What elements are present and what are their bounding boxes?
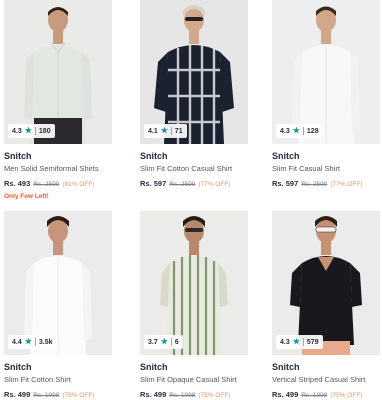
rating-badge: 4.3 ★ 579 <box>276 335 323 349</box>
star-icon: ★ <box>160 337 168 346</box>
model-photo <box>140 211 248 355</box>
rating-value: 4.4 <box>12 338 22 346</box>
product-title[interactable]: Slim Fit Opaque Casual Shirt <box>140 374 248 385</box>
price-mrp: Rs. 1998 <box>33 392 60 399</box>
rating-badge: 3.7 ★ 6 <box>144 335 183 349</box>
rating-badge: 4.4 ★ 3.5k <box>8 335 57 349</box>
price-mrp: Rs. 1998 <box>169 392 196 399</box>
product-image[interactable]: 4.3 ★ 180 <box>4 0 112 144</box>
price-current: Rs. 597 <box>272 179 299 188</box>
star-icon: ★ <box>24 337 32 346</box>
product-brand[interactable]: Snitch <box>4 150 112 162</box>
product-brand[interactable]: Snitch <box>140 150 248 162</box>
product-price: Rs. 493 Rs. 2599 (81% OFF) <box>4 178 112 189</box>
product-card[interactable]: 4.4 ★ 3.5k Snitch Slim Fit Cotton Shirt … <box>4 211 112 400</box>
rating-badge: 4.1 ★ 71 <box>144 124 187 138</box>
model-photo <box>4 211 112 355</box>
product-card[interactable]: 4.3 ★ 579 Snitch Vertical Striped Casual… <box>272 211 380 400</box>
price-mrp: Rs. 1998 <box>301 392 328 399</box>
rating-value: 4.3 <box>280 338 290 346</box>
rating-badge: 4.3 ★ 128 <box>276 124 323 138</box>
price-current: Rs. 499 <box>140 390 167 399</box>
price-discount: (75% OFF) <box>198 392 231 399</box>
product-brand[interactable]: Snitch <box>140 361 248 373</box>
product-title[interactable]: Slim Fit Cotton Casual Shirt <box>140 163 248 174</box>
rating-value: 3.7 <box>148 338 158 346</box>
product-image[interactable]: 4.1 ★ 71 <box>140 0 248 144</box>
product-card[interactable]: 3.7 ★ 6 Snitch Slim Fit Opaque Casual Sh… <box>140 211 248 400</box>
star-icon: ★ <box>292 126 300 135</box>
product-brand[interactable]: Snitch <box>4 361 112 373</box>
product-image[interactable]: 4.4 ★ 3.5k <box>4 211 112 355</box>
product-card[interactable]: 4.1 ★ 71 Snitch Slim Fit Cotton Casual S… <box>140 0 248 189</box>
product-grid: 4.3 ★ 180 Snitch Men Solid Semiformal Sh… <box>4 0 380 400</box>
star-icon: ★ <box>160 126 168 135</box>
product-card[interactable]: 4.3 ★ 128 Snitch Slim Fit Casual Shirt R… <box>272 0 380 189</box>
product-title[interactable]: Vertical Striped Casual Shirt <box>272 374 380 385</box>
product-price: Rs. 597 Rs. 2599 (77% OFF) <box>272 178 380 189</box>
price-mrp: Rs. 2599 <box>301 181 328 188</box>
model-photo <box>272 0 380 144</box>
rating-value: 4.3 <box>280 127 290 135</box>
price-mrp: Rs. 2599 <box>169 181 196 188</box>
rating-value: 4.3 <box>12 127 22 135</box>
divider <box>170 127 172 135</box>
model-photo <box>140 0 248 144</box>
model-photo <box>272 211 380 355</box>
price-discount: (77% OFF) <box>198 181 231 188</box>
price-mrp: Rs. 2599 <box>33 181 60 188</box>
price-discount: (75% OFF) <box>330 392 363 399</box>
price-current: Rs. 493 <box>4 179 31 188</box>
product-title[interactable]: Men Solid Semiformal Shirts <box>4 163 112 174</box>
product-title[interactable]: Slim Fit Casual Shirt <box>272 163 380 174</box>
price-discount: (75% OFF) <box>62 392 95 399</box>
product-brand[interactable]: Snitch <box>272 150 380 162</box>
product-price: Rs. 499 Rs. 1998 (75% OFF) <box>140 389 248 400</box>
price-current: Rs. 597 <box>140 179 167 188</box>
divider <box>170 338 172 346</box>
star-icon: ★ <box>24 126 32 135</box>
rating-count: 579 <box>306 338 319 346</box>
model-photo <box>4 0 112 144</box>
product-image[interactable]: 4.3 ★ 579 <box>272 211 380 355</box>
price-discount: (77% OFF) <box>330 181 363 188</box>
rating-count: 3.5k <box>38 338 53 346</box>
product-title[interactable]: Slim Fit Cotton Shirt <box>4 374 112 385</box>
star-icon: ★ <box>292 337 300 346</box>
price-discount: (81% OFF) <box>62 181 95 188</box>
rating-count: 128 <box>306 127 319 135</box>
product-price: Rs. 597 Rs. 2599 (77% OFF) <box>140 178 248 189</box>
product-image[interactable]: 4.3 ★ 128 <box>272 0 380 144</box>
rating-badge: 4.3 ★ 180 <box>8 124 55 138</box>
divider <box>302 338 304 346</box>
product-image[interactable]: 3.7 ★ 6 <box>140 211 248 355</box>
rating-value: 4.1 <box>148 127 158 135</box>
price-current: Rs. 499 <box>272 390 299 399</box>
divider <box>34 338 36 346</box>
price-current: Rs. 499 <box>4 390 31 399</box>
stock-note: Only Few Left! <box>4 193 49 200</box>
product-price: Rs. 499 Rs. 1998 (75% OFF) <box>272 389 380 400</box>
product-brand[interactable]: Snitch <box>272 361 380 373</box>
divider <box>34 127 36 135</box>
divider <box>302 127 304 135</box>
rating-count: 71 <box>174 127 183 135</box>
rating-count: 6 <box>174 338 179 346</box>
product-price: Rs. 499 Rs. 1998 (75% OFF) <box>4 389 112 400</box>
product-card[interactable]: 4.3 ★ 180 Snitch Men Solid Semiformal Sh… <box>4 0 112 202</box>
rating-count: 180 <box>38 127 51 135</box>
